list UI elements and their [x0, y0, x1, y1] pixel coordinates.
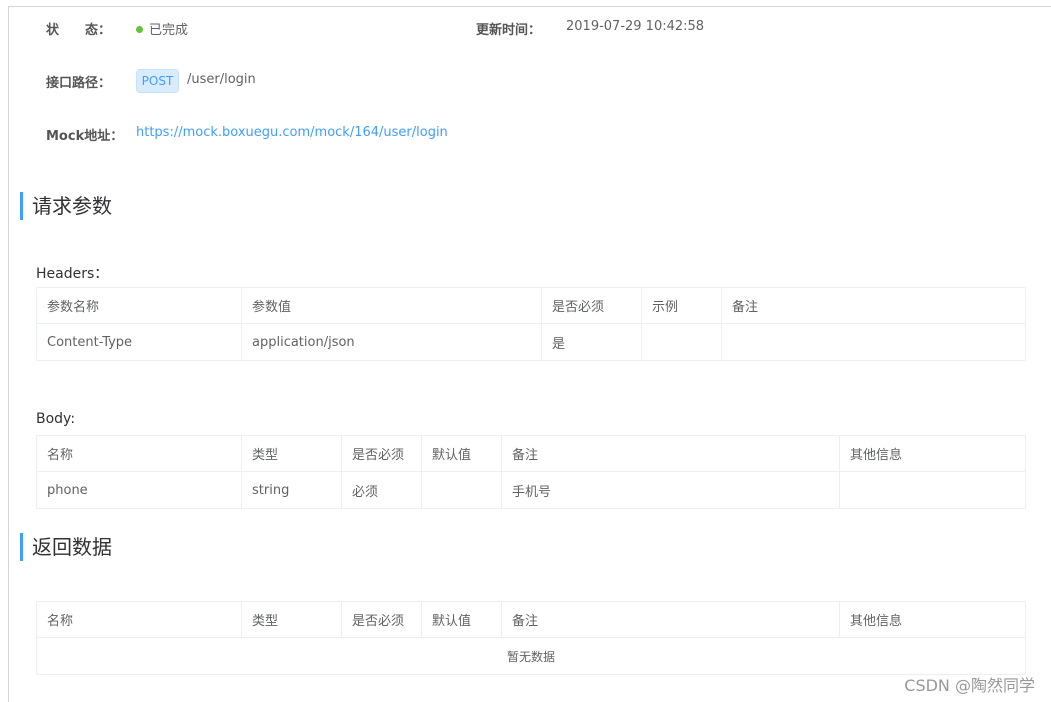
request-params-title: 请求参数	[20, 192, 112, 220]
response-table: 名称 类型 是否必须 默认值 备注 其他信息 暂无数据	[36, 601, 1026, 675]
updated-label: 更新时间：	[476, 23, 542, 38]
column-header: 参数值	[242, 288, 542, 324]
column-header: 其他信息	[840, 602, 1025, 638]
table-cell: string	[242, 472, 342, 508]
table-cell: Content-Type	[37, 324, 242, 360]
mock-label: Mock地址：	[46, 129, 124, 144]
column-header: 备注	[722, 288, 1025, 324]
table-header-row: 名称 类型 是否必须 默认值 备注 其他信息	[37, 436, 1025, 472]
api-path: /user/login	[187, 72, 256, 87]
body-table: 名称 类型 是否必须 默认值 备注 其他信息 phone string 必须 手…	[36, 435, 1026, 509]
table-cell: application/json	[242, 324, 542, 360]
table-cell: 必须	[342, 472, 422, 508]
column-header: 默认值	[422, 602, 502, 638]
table-cell: 是	[542, 324, 642, 360]
table-cell: 手机号	[502, 472, 840, 508]
response-data-title: 返回数据	[20, 533, 112, 561]
table-cell	[722, 324, 1025, 360]
empty-row: 暂无数据	[37, 638, 1025, 674]
status-text: 已完成	[149, 23, 189, 38]
mock-url-link[interactable]: https://mock.boxuegu.com/mock/164/user/l…	[136, 125, 448, 140]
status-dot-icon	[136, 26, 143, 33]
column-header: 默认值	[422, 436, 502, 472]
column-header: 名称	[37, 436, 242, 472]
column-header: 是否必须	[342, 602, 422, 638]
column-header: 类型	[242, 436, 342, 472]
watermark: CSDN @陶然同学	[904, 676, 1035, 695]
column-header: 备注	[502, 602, 840, 638]
column-header: 示例	[642, 288, 722, 324]
empty-text: 暂无数据	[506, 649, 555, 664]
table-cell	[642, 324, 722, 360]
column-header: 是否必须	[342, 436, 422, 472]
column-header: 名称	[37, 602, 242, 638]
updated-value: 2019-07-29 10:42:58	[566, 19, 705, 34]
body-title: Body:	[36, 411, 76, 427]
table-cell	[840, 472, 1025, 508]
status-label: 状 态：	[46, 23, 112, 38]
column-header: 其他信息	[840, 436, 1025, 472]
path-label: 接口路径：	[46, 76, 112, 91]
status-value: 已完成	[136, 19, 188, 38]
column-header: 备注	[502, 436, 840, 472]
method-tag: POST	[136, 69, 179, 93]
column-header: 类型	[242, 602, 342, 638]
column-header: 是否必须	[542, 288, 642, 324]
table-row: Content-Type application/json 是	[37, 324, 1025, 360]
table-row: phone string 必须 手机号	[37, 472, 1025, 508]
table-header-row: 名称 类型 是否必须 默认值 备注 其他信息	[37, 602, 1025, 638]
column-header: 参数名称	[37, 288, 242, 324]
headers-table: 参数名称 参数值 是否必须 示例 备注 Content-Type applica…	[36, 287, 1026, 361]
table-cell	[422, 472, 502, 508]
table-header-row: 参数名称 参数值 是否必须 示例 备注	[37, 288, 1025, 324]
table-cell: phone	[37, 472, 242, 508]
headers-title: Headers：	[36, 266, 109, 282]
